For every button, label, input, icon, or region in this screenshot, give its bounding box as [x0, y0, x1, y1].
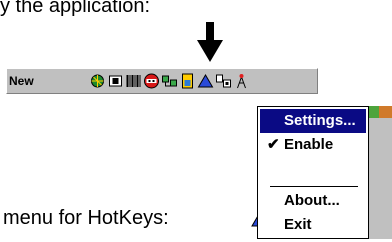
- globe-icon[interactable]: [89, 73, 106, 89]
- menu-separator: [270, 186, 358, 187]
- new-button[interactable]: New: [9, 72, 34, 90]
- system-tray: [89, 72, 250, 90]
- menu-item-settings[interactable]: Settings...: [260, 109, 366, 133]
- triangle-icon[interactable]: [197, 73, 214, 89]
- down-arrow-icon: [197, 22, 223, 62]
- menu-caption: menu for HotKeys:: [3, 207, 169, 229]
- menu-item-enable[interactable]: ✔ Enable: [260, 133, 366, 157]
- connection-icon[interactable]: [215, 73, 232, 89]
- desktop-background: [369, 106, 392, 239]
- menu-item-exit[interactable]: Exit: [260, 213, 366, 237]
- checkmark-icon: ✔: [267, 136, 280, 153]
- menu-item-about[interactable]: About...: [260, 189, 366, 213]
- antenna-icon[interactable]: [233, 73, 250, 89]
- instruction-text: y the application:: [0, 0, 151, 17]
- network-icon[interactable]: [161, 73, 178, 89]
- barcode-icon[interactable]: [125, 73, 142, 89]
- taskbar: New: [6, 68, 318, 94]
- hotkeys-context-menu: Settings... ✔ Enable About... Exit: [257, 106, 369, 239]
- hotkeys-icon[interactable]: [143, 73, 160, 89]
- battery-icon[interactable]: [179, 73, 196, 89]
- phone-icon[interactable]: [107, 73, 124, 89]
